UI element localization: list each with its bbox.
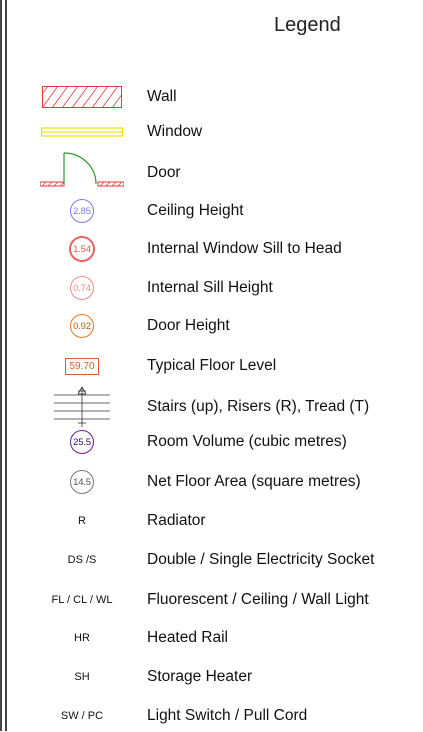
legend-label: Net Floor Area (square metres) — [147, 473, 361, 490]
legend-item-socket: DS /S Double / Single Electricity Socket — [0, 544, 423, 576]
heated-rail-code: HR — [74, 632, 90, 644]
legend-label: Light Switch / Pull Cord — [147, 707, 308, 724]
legend-label: Internal Sill Height — [147, 279, 273, 296]
window-symbol-icon — [20, 116, 144, 148]
room-volume-circle-icon: 25.5 — [70, 430, 94, 454]
legend-label: Window — [147, 123, 203, 140]
legend-item-window: Window — [0, 116, 423, 148]
stairs-symbol-icon — [20, 387, 144, 427]
legend-label: Ceiling Height — [147, 202, 244, 219]
legend-label: Double / Single Electricity Socket — [147, 551, 375, 568]
door-height-circle-icon: 0.92 — [70, 314, 94, 338]
legend-label: Wall — [147, 88, 177, 105]
legend-item-lights: FL / CL / WL Fluorescent / Ceiling / Wal… — [0, 584, 423, 616]
legend-item-window-sill-head: 1.54 Internal Window Sill to Head — [0, 233, 423, 265]
wall-symbol-icon — [20, 81, 144, 113]
net-floor-area-circle-icon: 14.5 — [70, 470, 94, 494]
legend-label: Storage Heater — [147, 668, 253, 685]
legend-label: Internal Window Sill to Head — [147, 240, 342, 257]
legend-label: Door Height — [147, 317, 230, 334]
window-sill-head-circle-icon: 1.54 — [70, 237, 94, 261]
legend-label: Radiator — [147, 512, 206, 529]
legend-item-radiator: R Radiator — [0, 505, 423, 537]
legend-label: Stairs (up), Risers (R), Tread (T) — [147, 398, 370, 415]
floor-level-box-icon: 59.70 — [65, 357, 99, 375]
storage-heater-code: SH — [74, 671, 90, 683]
legend-item-heated-rail: HR Heated Rail — [0, 622, 423, 654]
legend-item-floor-level: 59.70 Typical Floor Level — [0, 350, 423, 382]
legend-item-door: Door — [0, 152, 423, 189]
light-switch-code: SW / PC — [60, 710, 104, 722]
legend-item-sill-height: 0.74 Internal Sill Height — [0, 272, 423, 304]
legend-item-net-floor-area: 14.5 Net Floor Area (square metres) — [0, 466, 423, 498]
sill-height-circle-icon: 0.74 — [70, 276, 94, 300]
legend-label: Fluorescent / Ceiling / Wall Light — [147, 591, 369, 608]
legend-item-storage-heater: SH Storage Heater — [0, 661, 423, 693]
legend-item-ceiling-height: 2.85 Ceiling Height — [0, 195, 423, 227]
legend-label: Door — [147, 164, 181, 181]
lights-code: FL / CL / WL — [51, 594, 113, 606]
legend-label: Room Volume (cubic metres) — [147, 433, 347, 450]
legend-item-door-height: 0.92 Door Height — [0, 310, 423, 342]
legend-item-stairs: Stairs (up), Risers (R), Tread (T) — [0, 387, 423, 427]
radiator-code: R — [78, 515, 86, 527]
door-symbol-icon — [20, 152, 144, 189]
legend-label: Heated Rail — [147, 629, 228, 646]
socket-code: DS /S — [67, 554, 97, 566]
legend-item-room-volume: 25.5 Room Volume (cubic metres) — [0, 426, 423, 458]
ceiling-height-circle-icon: 2.85 — [70, 199, 94, 223]
legend-item-light-switch: SW / PC Light Switch / Pull Cord — [0, 700, 423, 732]
legend-title: Legend — [274, 14, 341, 36]
legend-label: Typical Floor Level — [147, 357, 277, 374]
legend-item-wall: Wall — [0, 81, 423, 113]
